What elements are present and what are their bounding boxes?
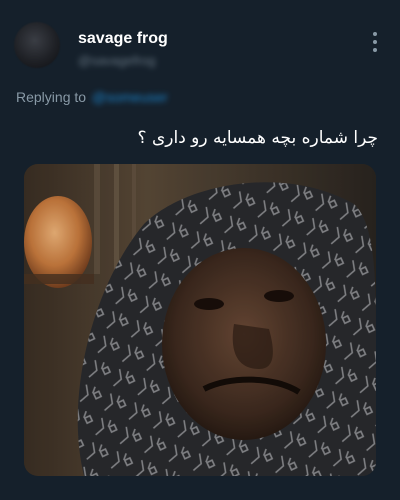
avatar[interactable] xyxy=(14,22,60,68)
replying-to-label: Replying to xyxy=(16,89,87,105)
author-display-name[interactable]: savage frog xyxy=(78,30,168,48)
replying-to-handle[interactable]: @someuser xyxy=(92,89,168,105)
author-handle[interactable]: @savagefrog xyxy=(78,53,156,68)
tweet-media-image[interactable] xyxy=(24,164,376,476)
tweet-text: چرا شماره بچه همسایه رو داری ؟ xyxy=(137,128,378,148)
tweet-card[interactable]: savage frog @savagefrog Replying to @som… xyxy=(0,0,400,500)
more-vertical-icon[interactable] xyxy=(372,32,378,52)
